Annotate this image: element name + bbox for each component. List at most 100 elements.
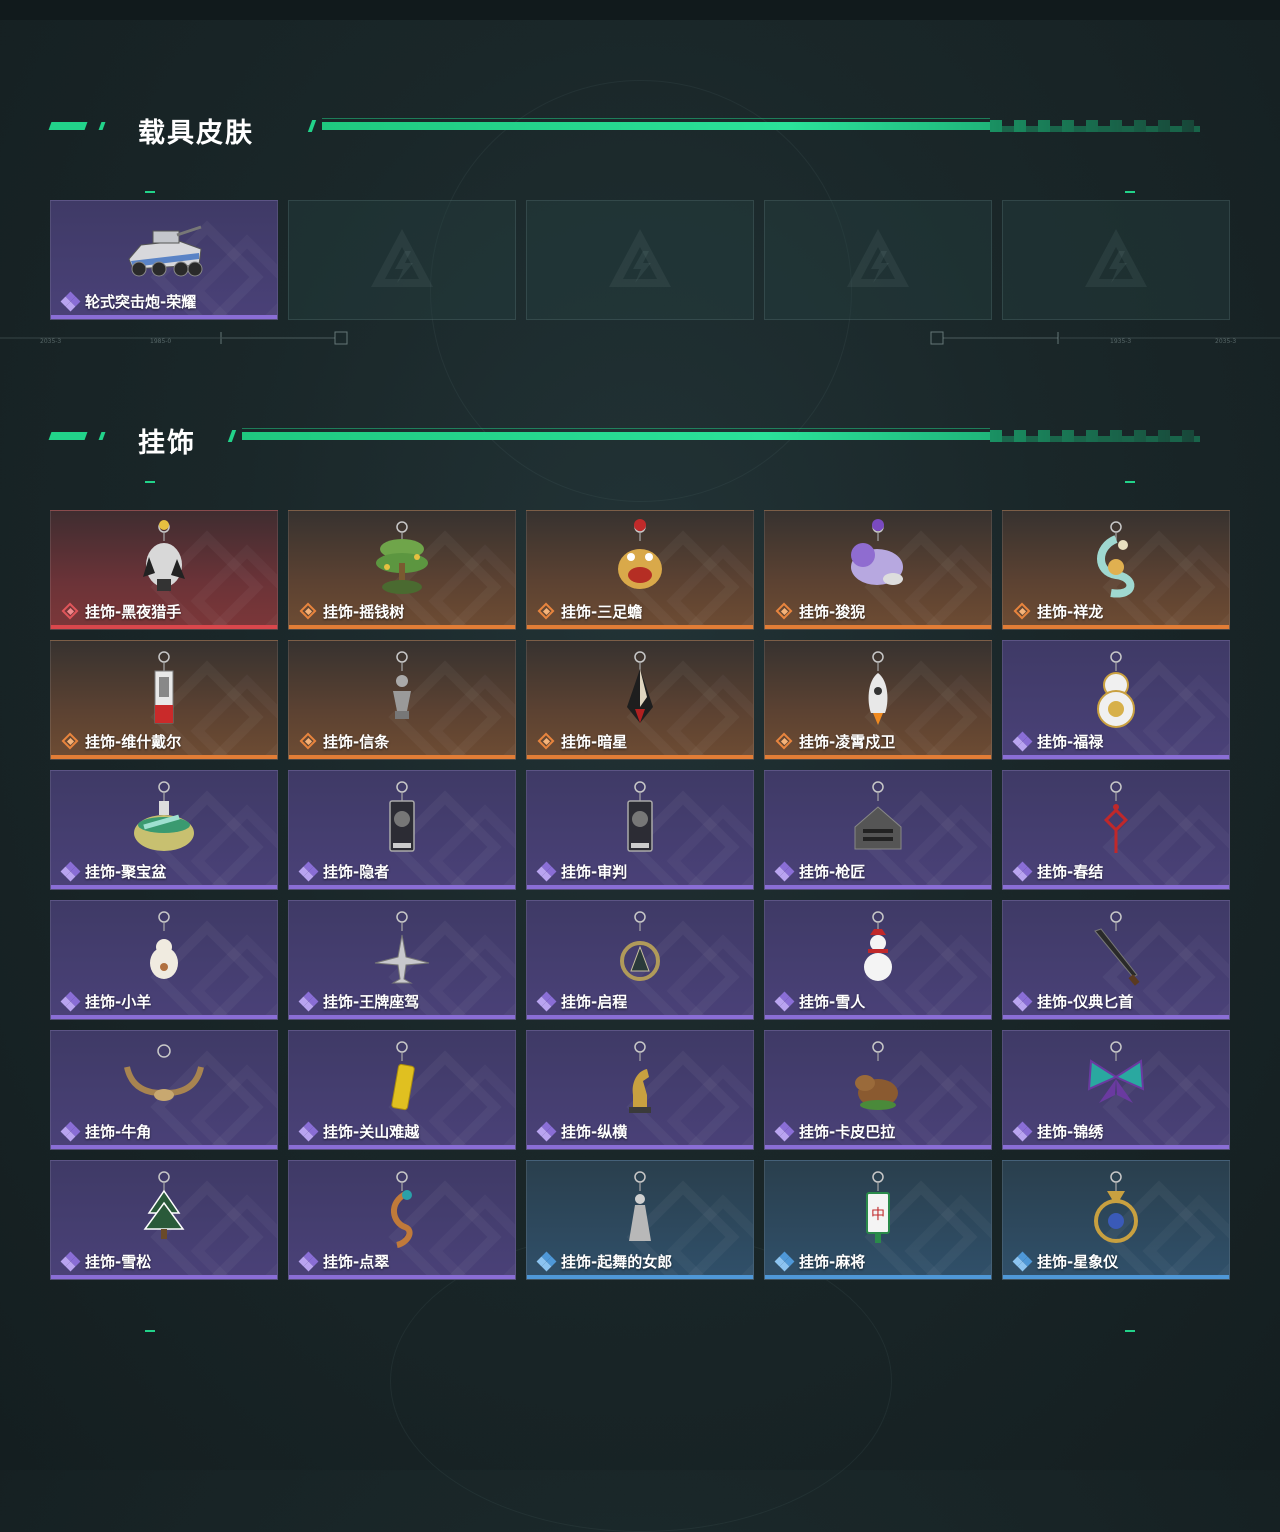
item-card[interactable]: 挂饰-维什戴尔 — [50, 640, 278, 760]
item-card[interactable]: 挂饰-春结 — [1002, 770, 1230, 890]
item-name: 挂饰-启程 — [561, 993, 628, 1011]
orange-rarity-diamond-icon — [537, 602, 557, 622]
rarity-strip — [765, 885, 991, 889]
item-label: 挂饰-狻猊 — [775, 601, 865, 622]
item-card[interactable]: 挂饰-祥龙 — [1002, 510, 1230, 630]
placeholder-logo-icon — [1085, 229, 1147, 287]
item-card[interactable]: 挂饰-摇钱树 — [288, 510, 516, 630]
item-label: 挂饰-麻将 — [774, 1251, 866, 1272]
item-card[interactable]: 挂饰-黑夜猎手 — [50, 510, 278, 630]
item-card[interactable]: 挂饰-福禄 — [1002, 640, 1230, 760]
item-name: 挂饰-麻将 — [799, 1253, 866, 1271]
item-card[interactable]: 挂饰-仪典匕首 — [1002, 900, 1230, 1020]
header-checker-pattern — [990, 436, 1200, 442]
item-label: 挂饰-摇钱树 — [299, 601, 404, 622]
purple-rarity-diamond-icon — [774, 861, 795, 882]
orange-rarity-diamond-icon — [61, 732, 81, 752]
corner-mark — [1125, 481, 1135, 483]
empty-slot — [526, 200, 754, 320]
item-name: 挂饰-纵横 — [561, 1123, 628, 1141]
item-card[interactable]: 挂饰-小羊 — [50, 900, 278, 1020]
rarity-strip — [289, 625, 515, 629]
item-name: 挂饰-小羊 — [85, 993, 152, 1011]
item-card[interactable]: 挂饰-牛角 — [50, 1030, 278, 1150]
item-card[interactable]: 挂饰-关山难越 — [288, 1030, 516, 1150]
item-card[interactable]: 挂饰-卡皮巴拉 — [764, 1030, 992, 1150]
item-card[interactable]: 挂饰-锦绣 — [1002, 1030, 1230, 1150]
item-name: 挂饰-春结 — [1037, 863, 1104, 881]
item-card[interactable]: 挂饰-暗星 — [526, 640, 754, 760]
item-card[interactable]: 挂饰-三足蟾 — [526, 510, 754, 630]
tarot-card-icon — [389, 781, 415, 852]
red-rarity-diamond-icon — [61, 602, 81, 622]
purple-rarity-diamond-icon — [60, 991, 81, 1012]
item-card[interactable]: 挂饰-聚宝盆 — [50, 770, 278, 890]
purple-rarity-diamond-icon — [60, 291, 81, 312]
item-card[interactable]: 挂饰-雪人 — [764, 900, 992, 1020]
item-card[interactable]: 挂饰-信条 — [288, 640, 516, 760]
item-label: 挂饰-星象仪 — [1012, 1251, 1118, 1272]
item-card[interactable]: 挂饰-纵横 — [526, 1030, 754, 1150]
header-gradient-line — [322, 122, 990, 130]
item-card[interactable]: 挂饰-星象仪 — [1002, 1160, 1230, 1280]
item-card[interactable]: 中挂饰-麻将 — [764, 1160, 992, 1280]
empty-slot — [764, 200, 992, 320]
purple-rarity-diamond-icon — [60, 1251, 81, 1272]
rarity-strip — [1003, 1015, 1229, 1019]
ruler-label: 1935-3 — [1110, 338, 1131, 345]
item-name: 挂饰-审判 — [561, 863, 628, 881]
item-card[interactable]: 挂饰-枪匠 — [764, 770, 992, 890]
rarity-strip — [289, 1275, 515, 1279]
purple-rarity-diamond-icon — [60, 1121, 81, 1142]
item-card[interactable]: 挂饰-隐者 — [288, 770, 516, 890]
bull-horns-icon — [124, 1044, 204, 1101]
item-name: 挂饰-雪松 — [85, 1253, 152, 1271]
rarity-strip — [765, 625, 991, 629]
ruler-decoration: 2035-3 1985-0 1935-3 2035-3 — [0, 331, 1280, 345]
blue-rarity-diamond-icon — [536, 1251, 557, 1272]
rarity-strip — [51, 1275, 277, 1279]
item-name: 挂饰-仪典匕首 — [1037, 993, 1134, 1011]
item-label: 挂饰-关山难越 — [298, 1121, 419, 1142]
item-name: 挂饰-三足蟾 — [561, 603, 643, 621]
item-label: 挂饰-仪典匕首 — [1012, 991, 1134, 1012]
rarity-strip — [527, 1275, 753, 1279]
placeholder-logo-icon — [371, 229, 433, 287]
header-line — [227, 428, 1200, 442]
dark-star-icon — [627, 651, 653, 723]
rocket-icon — [868, 651, 888, 725]
item-card[interactable]: 挂饰-启程 — [526, 900, 754, 1020]
rarity-strip — [51, 755, 277, 759]
rarity-strip — [51, 315, 277, 319]
suanni-lion-icon — [851, 519, 903, 585]
rarity-strip — [51, 1015, 277, 1019]
item-card[interactable]: 挂饰-起舞的女郎 — [526, 1160, 754, 1280]
item-card[interactable]: 挂饰-雪松 — [50, 1160, 278, 1280]
item-label: 挂饰-启程 — [536, 991, 628, 1012]
rarity-strip — [1003, 1145, 1229, 1149]
item-label: 挂饰-审判 — [536, 861, 628, 882]
lamb-icon — [150, 911, 178, 979]
purple-rarity-diamond-icon — [298, 861, 319, 882]
item-name: 挂饰-信条 — [323, 733, 390, 751]
rarity-strip — [1003, 1275, 1229, 1279]
section-title: 挂饰 — [138, 428, 196, 459]
rarity-strip — [765, 755, 991, 759]
armored-vehicle-icon — [128, 225, 203, 277]
item-label: 挂饰-点翠 — [298, 1251, 389, 1272]
header-accent-tick — [98, 122, 106, 130]
blue-rarity-diamond-icon — [774, 1251, 795, 1272]
header-line-tick — [227, 430, 237, 442]
rarity-strip — [289, 885, 515, 889]
item-card[interactable]: 挂饰-凌霄戍卫 — [764, 640, 992, 760]
item-card[interactable]: 挂饰-点翠 — [288, 1160, 516, 1280]
item-card[interactable]: 挂饰-王牌座驾 — [288, 900, 516, 1020]
item-card[interactable]: 挂饰-狻猊 — [764, 510, 992, 630]
purple-rarity-diamond-icon — [774, 1121, 795, 1142]
header-accent-tick — [98, 432, 106, 440]
item-label: 挂饰-聚宝盆 — [60, 861, 166, 882]
rarity-strip — [527, 1145, 753, 1149]
item-card[interactable]: 轮式突击炮-荣耀 — [50, 200, 278, 320]
item-name: 挂饰-雪人 — [799, 993, 866, 1011]
item-card[interactable]: 挂饰-审判 — [526, 770, 754, 890]
